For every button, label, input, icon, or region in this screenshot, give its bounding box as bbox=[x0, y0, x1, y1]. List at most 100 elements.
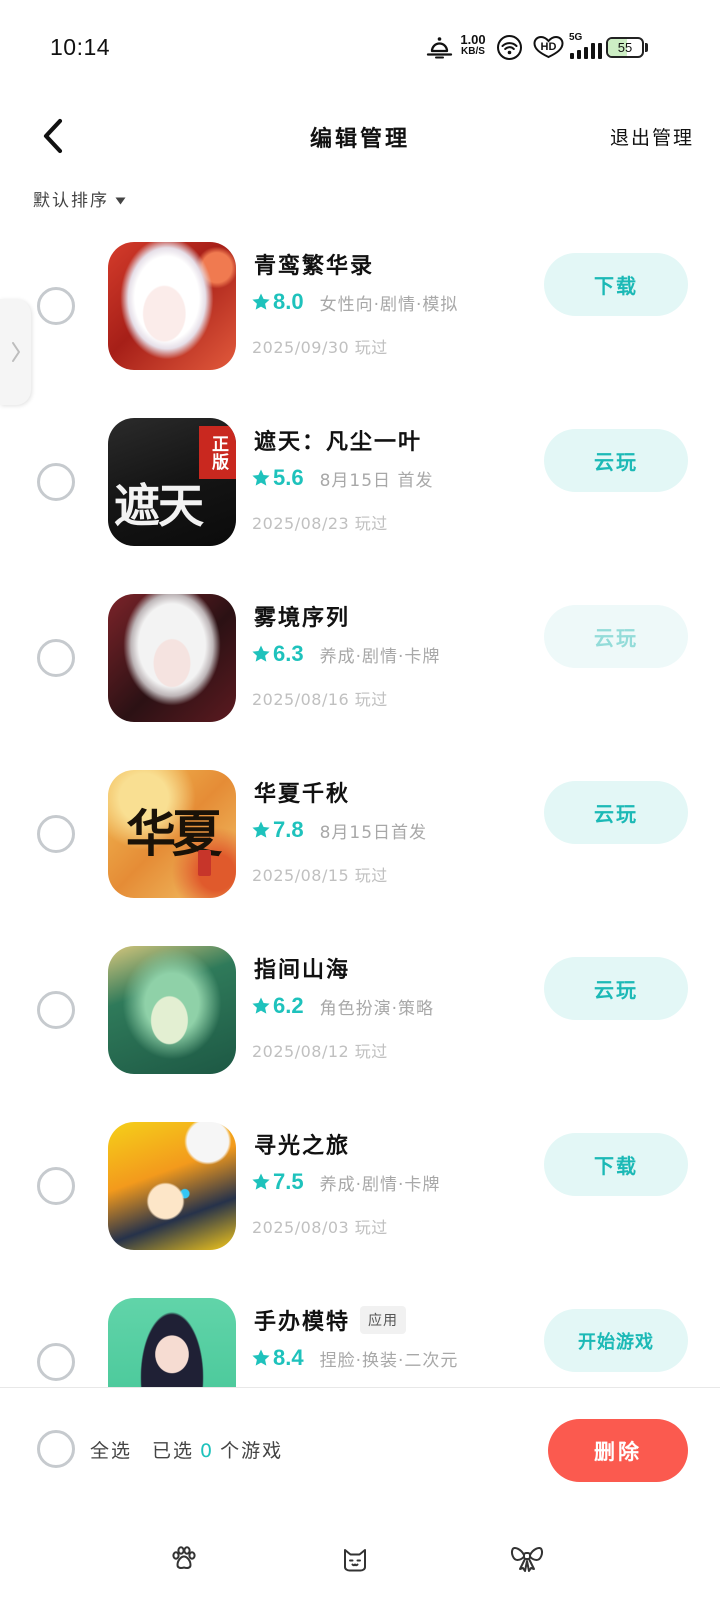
game-row[interactable]: 手办模特 应用 8.4 捏脸·换装·二次元 开始游戏 bbox=[0, 1274, 720, 1387]
rating-line: 8.4 捏脸·换装·二次元 bbox=[251, 1345, 458, 1371]
selected-suffix: 个游戏 bbox=[220, 1440, 284, 1462]
game-row[interactable]: 指间山海 6.2 角色扮演·策略 2025/08/12 玩过 云玩 bbox=[0, 922, 720, 1098]
game-title-wrap: 手办模特 应用 bbox=[254, 1304, 407, 1336]
selected-prefix: 已选 bbox=[152, 1440, 195, 1462]
game-rating: 7.5 bbox=[273, 1169, 304, 1194]
download-button[interactable]: 下载 bbox=[544, 1133, 688, 1196]
game-title: 雾境序列 bbox=[254, 606, 351, 631]
cloud-play-button[interactable]: 云玩 bbox=[544, 429, 688, 492]
icon-logo: 华夏 bbox=[126, 805, 222, 863]
app-badge: 应用 bbox=[360, 1306, 407, 1334]
network-speed-value: 1.00 bbox=[460, 32, 486, 47]
game-tags: 养成·剧情·卡牌 bbox=[319, 1174, 441, 1195]
star-icon bbox=[252, 645, 270, 662]
start-game-button[interactable]: 开始游戏 bbox=[544, 1309, 688, 1372]
game-icon[interactable] bbox=[108, 594, 236, 722]
notification-icon bbox=[426, 37, 453, 59]
exit-manage-button[interactable]: 退出管理 bbox=[610, 123, 694, 150]
network-speed-unit: KB/S bbox=[461, 46, 485, 57]
cat-icon bbox=[344, 1549, 366, 1572]
game-row[interactable]: 雾境序列 6.3 养成·剧情·卡牌 2025/08/16 玩过 云玩 bbox=[0, 570, 720, 746]
icon-badge: 正版 bbox=[199, 426, 236, 479]
signal-bars-icon bbox=[570, 43, 602, 59]
select-all-label[interactable]: 全选 bbox=[90, 1436, 132, 1463]
game-row[interactable]: 青鸾繁华录 8.0 女性向·剧情·模拟 2025/09/30 玩过 下载 bbox=[0, 218, 720, 394]
rating-line: 5.6 8月15日 首发 bbox=[251, 465, 433, 491]
select-radio[interactable] bbox=[37, 815, 75, 853]
select-all-radio[interactable] bbox=[37, 1430, 75, 1468]
cloud-play-button[interactable]: 云玩 bbox=[544, 781, 688, 844]
played-date: 2025/08/03 玩过 bbox=[252, 1218, 388, 1237]
game-icon[interactable] bbox=[108, 1298, 236, 1387]
game-icon[interactable]: 正版 遮天 bbox=[108, 418, 236, 546]
game-title: 遮天：凡尘一叶 bbox=[254, 430, 423, 455]
rating-line: 7.5 养成·剧情·卡牌 bbox=[251, 1169, 440, 1195]
game-rating: 8.4 bbox=[273, 1345, 304, 1370]
cloud-play-button[interactable]: 云玩 bbox=[544, 957, 688, 1020]
game-title: 寻光之旅 bbox=[254, 1134, 351, 1159]
star-icon bbox=[252, 293, 270, 310]
game-title-wrap: 遮天：凡尘一叶 bbox=[254, 424, 422, 456]
status-time: 10:14 bbox=[50, 34, 111, 60]
star-icon bbox=[252, 821, 270, 838]
sort-dropdown[interactable]: 默认排序 bbox=[33, 186, 126, 211]
played-date: 2025/08/23 玩过 bbox=[252, 514, 388, 533]
hd-voice-icon: HD bbox=[532, 35, 565, 59]
game-rating: 6.2 bbox=[273, 993, 304, 1018]
game-list[interactable]: 青鸾繁华录 8.0 女性向·剧情·模拟 2025/09/30 玩过 下载 正版 … bbox=[0, 218, 720, 1387]
game-title: 青鸾繁华录 bbox=[254, 254, 375, 279]
game-icon[interactable] bbox=[108, 242, 236, 370]
nav-item-paw[interactable] bbox=[164, 1541, 204, 1575]
battery-nub bbox=[645, 43, 648, 52]
nav-item-cat[interactable] bbox=[335, 1541, 375, 1575]
paw-icon bbox=[172, 1546, 196, 1569]
played-date: 2025/08/15 玩过 bbox=[252, 866, 388, 885]
game-title: 华夏千秋 bbox=[254, 782, 351, 807]
side-drawer-handle[interactable] bbox=[0, 299, 31, 405]
game-tags: 养成·剧情·卡牌 bbox=[319, 646, 441, 667]
game-title: 指间山海 bbox=[254, 958, 351, 983]
chevron-right-icon bbox=[11, 342, 20, 362]
game-rating: 8.0 bbox=[273, 289, 304, 314]
nav-item-bow[interactable] bbox=[507, 1541, 547, 1575]
game-tags: 捏脸·换装·二次元 bbox=[319, 1350, 459, 1371]
select-radio[interactable] bbox=[37, 1343, 75, 1381]
game-tags: 角色扮演·策略 bbox=[319, 998, 434, 1019]
rating-line: 7.8 8月15日首发 bbox=[251, 817, 427, 843]
game-row[interactable]: 寻光之旅 7.5 养成·剧情·卡牌 2025/08/03 玩过 下载 bbox=[0, 1098, 720, 1274]
delete-button[interactable]: 删除 bbox=[548, 1419, 688, 1482]
select-radio[interactable] bbox=[37, 991, 75, 1029]
game-icon[interactable]: 华夏 bbox=[108, 770, 236, 898]
game-tags: 女性向·剧情·模拟 bbox=[319, 294, 459, 315]
star-icon bbox=[252, 997, 270, 1014]
game-title-wrap: 华夏千秋 bbox=[254, 776, 350, 808]
selection-summary: 全选 已选 0 个游戏 bbox=[90, 1436, 283, 1463]
cloud-play-button[interactable]: 云玩 bbox=[544, 605, 688, 668]
game-rating: 5.6 bbox=[273, 465, 304, 490]
game-title: 手办模特 bbox=[254, 1310, 351, 1335]
wifi-icon bbox=[497, 35, 522, 60]
rating-line: 8.0 女性向·剧情·模拟 bbox=[251, 289, 458, 315]
star-icon bbox=[252, 1173, 270, 1190]
bulk-action-bar: 全选 已选 0 个游戏 删除 bbox=[0, 1387, 720, 1600]
select-radio[interactable] bbox=[37, 287, 75, 325]
star-icon bbox=[252, 1349, 270, 1366]
played-date: 2025/08/16 玩过 bbox=[252, 690, 388, 709]
icon-logo: 遮天 bbox=[114, 479, 204, 533]
game-rating: 7.8 bbox=[273, 817, 304, 842]
caret-down-icon bbox=[115, 197, 126, 204]
game-icon[interactable] bbox=[108, 1122, 236, 1250]
status-bar: 10:14 1.00 KB/S HD 5G 55 bbox=[0, 0, 720, 96]
game-icon[interactable] bbox=[108, 946, 236, 1074]
game-title-wrap: 青鸾繁华录 bbox=[254, 248, 374, 280]
select-radio[interactable] bbox=[37, 1167, 75, 1205]
game-row[interactable]: 华夏 华夏千秋 7.8 8月15日首发 2025/08/15 玩过 云玩 bbox=[0, 746, 720, 922]
download-button[interactable]: 下载 bbox=[544, 253, 688, 316]
battery-level: 55 bbox=[617, 40, 633, 55]
game-row[interactable]: 正版 遮天 遮天：凡尘一叶 5.6 8月15日 首发 2025/08/23 玩过… bbox=[0, 394, 720, 570]
rating-line: 6.3 养成·剧情·卡牌 bbox=[251, 641, 440, 667]
select-radio[interactable] bbox=[37, 463, 75, 501]
select-radio[interactable] bbox=[37, 639, 75, 677]
bow-icon bbox=[511, 1547, 543, 1572]
cellular-signal: 5G bbox=[569, 33, 603, 59]
